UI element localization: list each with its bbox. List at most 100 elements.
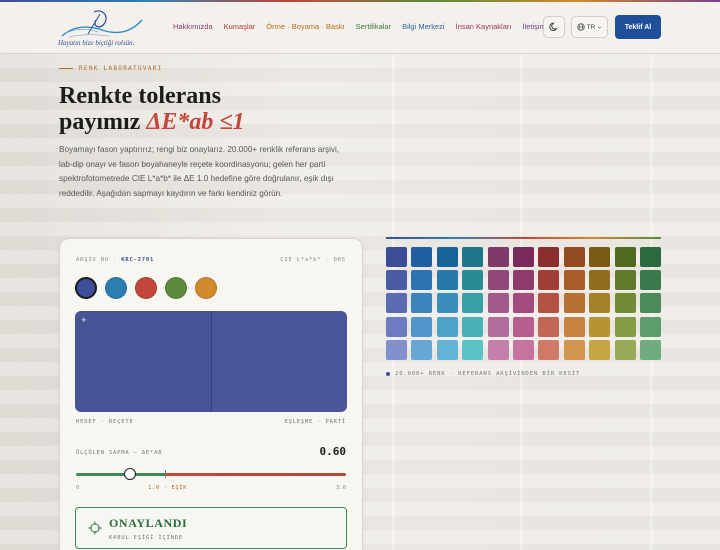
nav-item-about[interactable]: Hakkımızda: [173, 22, 213, 31]
palette-swatch[interactable]: [386, 316, 407, 337]
color-tolerance-demo-card: ARŞİV NO · KRC-2701 CIE L*a*b* · D65 ✦ H…: [59, 238, 363, 550]
palette-swatch[interactable]: [462, 339, 484, 360]
palette-swatch[interactable]: [538, 270, 560, 291]
palette-swatch[interactable]: [411, 270, 433, 291]
moon-icon: [549, 22, 558, 31]
deviation-label: ÖLÇÜLEN SAPMA — ΔE*AB: [76, 450, 163, 456]
palette-swatch[interactable]: [614, 293, 636, 314]
palette-accent-line: [386, 237, 661, 239]
palette-swatch[interactable]: [462, 247, 484, 267]
palette-swatch[interactable]: [512, 270, 534, 291]
palette-swatch[interactable]: [563, 339, 585, 360]
approval-status-box: ONAYLANDI KABUL EŞİĞİ İÇİNDE: [75, 507, 347, 549]
nav-item-fabrics[interactable]: Kumaşlar: [224, 22, 256, 31]
nav-item-knowledge-center[interactable]: Bilgi Merkezi: [402, 22, 445, 31]
palette-swatch[interactable]: [436, 293, 458, 314]
palette-swatch[interactable]: [589, 270, 611, 291]
palette-swatch[interactable]: [563, 270, 585, 291]
palette-swatch[interactable]: [487, 293, 509, 314]
theme-toggle-button[interactable]: [543, 16, 565, 38]
deviation-slider-thumb[interactable]: [124, 468, 136, 480]
color-palette-grid: [386, 247, 661, 360]
swatch-button[interactable]: [195, 277, 217, 299]
palette-swatch[interactable]: [614, 247, 636, 267]
palette-swatch[interactable]: [639, 270, 661, 291]
palette-swatch[interactable]: [487, 316, 509, 337]
palette-swatch[interactable]: [411, 247, 433, 267]
palette-swatch[interactable]: [614, 270, 636, 291]
palette-swatch[interactable]: [589, 339, 611, 360]
scale-max-label: 3.0: [336, 485, 346, 491]
nav-item-knit-dye-print[interactable]: Örme · Boyama · Baskı: [266, 22, 344, 31]
palette-swatch[interactable]: [462, 316, 484, 337]
brand-slogan: Hayatın bize biçtiği rolsün.: [58, 39, 135, 47]
section-eyebrow: RENK LABORATUVARI: [59, 65, 163, 72]
palette-swatch[interactable]: [512, 293, 534, 314]
swatch-button[interactable]: [135, 277, 157, 299]
archive-prefix: ARŞİV NO ·: [76, 257, 118, 263]
main-menu: Hakkımızda Kumaşlar Örme · Boyama · Bask…: [173, 22, 546, 31]
deviation-slider-track[interactable]: [76, 473, 346, 476]
palette-swatch[interactable]: [589, 293, 611, 314]
palette-swatch[interactable]: [563, 247, 585, 267]
scale-min-label: 0: [76, 485, 80, 491]
palette-swatch[interactable]: [436, 247, 458, 267]
palette-swatch[interactable]: [563, 293, 585, 314]
palette-swatch[interactable]: [436, 270, 458, 291]
palette-swatch[interactable]: [614, 339, 636, 360]
approval-subtitle: KABUL EŞİĞİ İÇİNDE: [109, 535, 184, 541]
palette-swatch[interactable]: [538, 316, 560, 337]
palette-swatch[interactable]: [487, 270, 509, 291]
swatch-button[interactable]: [75, 277, 97, 299]
palette-swatch[interactable]: [639, 247, 661, 267]
archive-number: ARŞİV NO · KRC-2701: [76, 257, 154, 263]
palette-swatch[interactable]: [538, 339, 560, 360]
get-quote-button[interactable]: Teklif Al: [615, 15, 661, 39]
page-title: Renkte tolerans payımız ΔE*ab ≤1: [59, 83, 379, 135]
palette-swatch[interactable]: [639, 316, 661, 337]
globe-icon: [577, 23, 585, 31]
palette-swatch[interactable]: [436, 316, 458, 337]
palette-swatch[interactable]: [614, 316, 636, 337]
palette-swatch[interactable]: [639, 293, 661, 314]
palette-swatch[interactable]: [538, 293, 560, 314]
palette-swatch[interactable]: [411, 316, 433, 337]
palette-swatch[interactable]: [512, 339, 534, 360]
title-line-1: Renkte tolerans: [59, 83, 221, 109]
palette-swatch[interactable]: [512, 247, 534, 267]
palette-swatch[interactable]: [411, 293, 433, 314]
hero-description: Boyamayı fason yaptırırız; rengi biz ona…: [59, 145, 340, 198]
palette-swatch[interactable]: [639, 339, 661, 360]
eyebrow-line: [59, 68, 73, 69]
threshold-tick: [165, 470, 166, 478]
language-selector[interactable]: TR: [571, 16, 608, 38]
swatch-button[interactable]: [165, 277, 187, 299]
palette-swatch[interactable]: [462, 293, 484, 314]
palette-swatch[interactable]: [386, 293, 407, 314]
nav-item-certificates[interactable]: Sertifikalar: [356, 22, 391, 31]
palette-swatch[interactable]: [563, 316, 585, 337]
chevron-down-icon: [598, 26, 602, 29]
match-label: EŞLEŞME · PARTİ: [284, 419, 346, 425]
language-label: TR: [586, 23, 596, 31]
palette-swatch[interactable]: [589, 247, 611, 267]
palette-swatch[interactable]: [462, 270, 484, 291]
color-comparison-panel: ✦: [75, 311, 347, 412]
swatch-button[interactable]: [105, 277, 127, 299]
palette-swatch[interactable]: [386, 339, 407, 360]
palette-swatch[interactable]: [386, 270, 407, 291]
nav-item-human-resources[interactable]: İnsan Kaynakları: [456, 22, 512, 31]
palette-caption: 20.000+ RENK · REFERANS ARŞİVİNDEN BİR K…: [386, 371, 580, 377]
palette-swatch[interactable]: [487, 247, 509, 267]
palette-swatch[interactable]: [436, 339, 458, 360]
palette-swatch[interactable]: [512, 316, 534, 337]
palette-swatch[interactable]: [411, 339, 433, 360]
palette-swatch[interactable]: [386, 247, 407, 267]
approval-title: ONAYLANDI: [109, 516, 188, 530]
deviation-value: 0.60: [319, 445, 347, 458]
palette-swatch[interactable]: [487, 339, 509, 360]
palette-swatch[interactable]: [589, 316, 611, 337]
crosshair-icon: [88, 521, 102, 535]
palette-caption-text: 20.000+ RENK · REFERANS ARŞİVİNDEN BİR K…: [395, 371, 581, 377]
palette-swatch[interactable]: [538, 247, 560, 267]
